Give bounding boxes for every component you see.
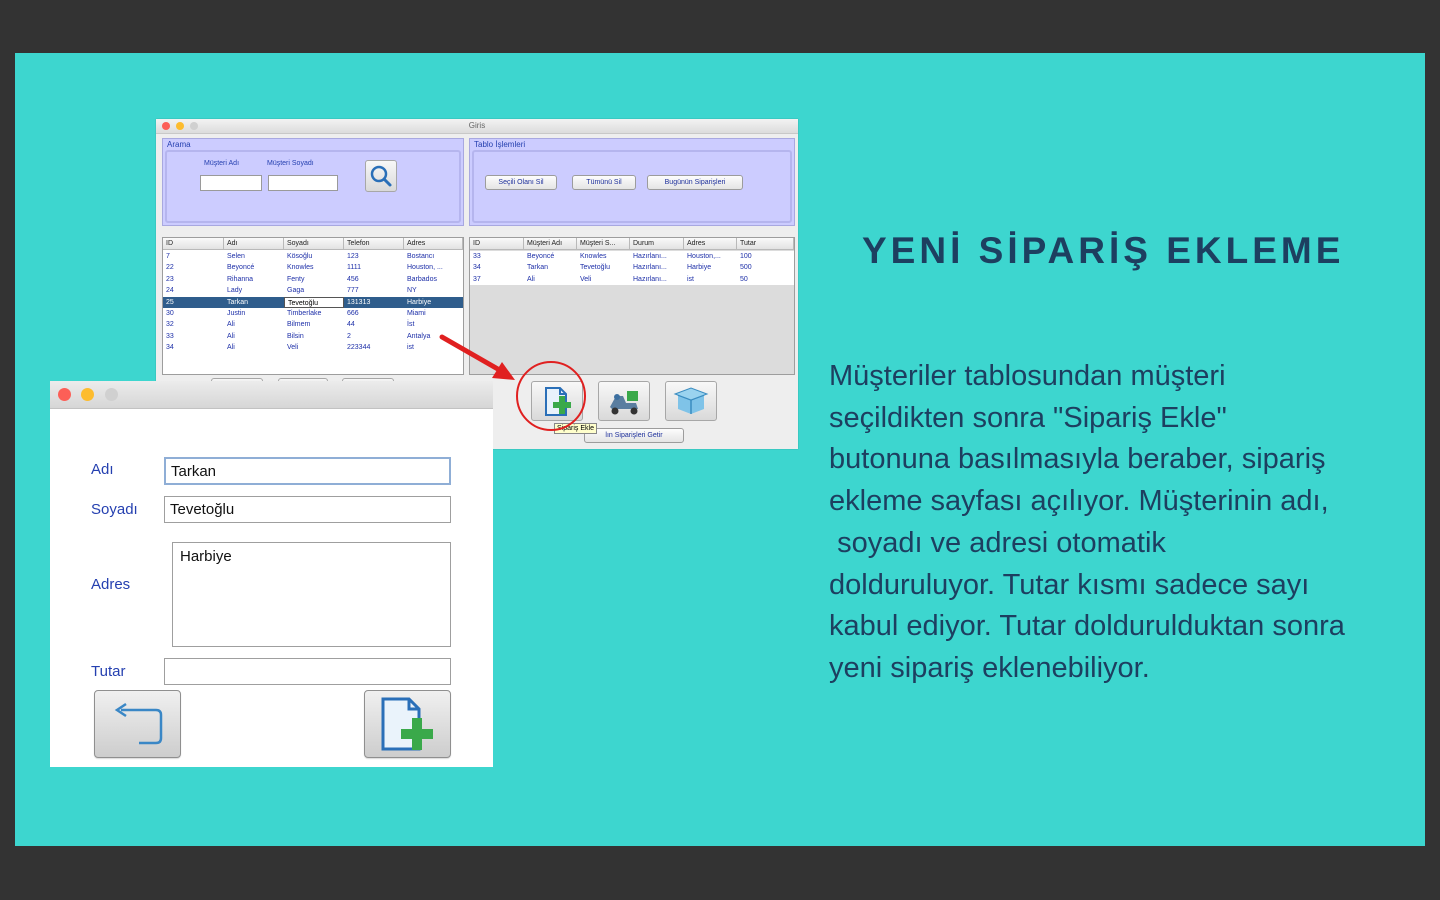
tutar-label: Tutar <box>91 663 126 680</box>
soyadi-input[interactable]: Tevetoğlu <box>164 496 451 523</box>
red-arrow-icon <box>439 334 506 375</box>
adres-label: Adres <box>91 576 131 593</box>
form-titlebar <box>50 381 493 409</box>
adi-input[interactable]: Tarkan <box>164 457 451 485</box>
slide-heading: YENİ SİPARİŞ EKLEME <box>862 230 1345 271</box>
tutar-input[interactable] <box>164 658 451 685</box>
adres-textarea[interactable]: Harbiye <box>172 542 451 647</box>
red-arrowhead <box>492 362 515 380</box>
back-button[interactable] <box>94 690 181 758</box>
back-arrow-icon <box>114 702 163 745</box>
adi-label: Adı <box>91 461 114 478</box>
form-zoom-dot[interactable] <box>105 388 118 401</box>
form-minimize-dot[interactable] <box>81 388 94 401</box>
order-form-window: Adı Tarkan Soyadı Tevetoğlu Adres Harbiy… <box>50 381 493 767</box>
add-order-confirm-button[interactable] <box>364 690 451 758</box>
form-close-dot[interactable] <box>58 388 71 401</box>
highlight-circle <box>516 361 586 431</box>
slide-body-text: Müşteriler tablosundan müşteri seçildikt… <box>829 360 1345 684</box>
soyadi-label: Soyadı <box>91 501 138 518</box>
add-order-icon <box>381 697 433 751</box>
